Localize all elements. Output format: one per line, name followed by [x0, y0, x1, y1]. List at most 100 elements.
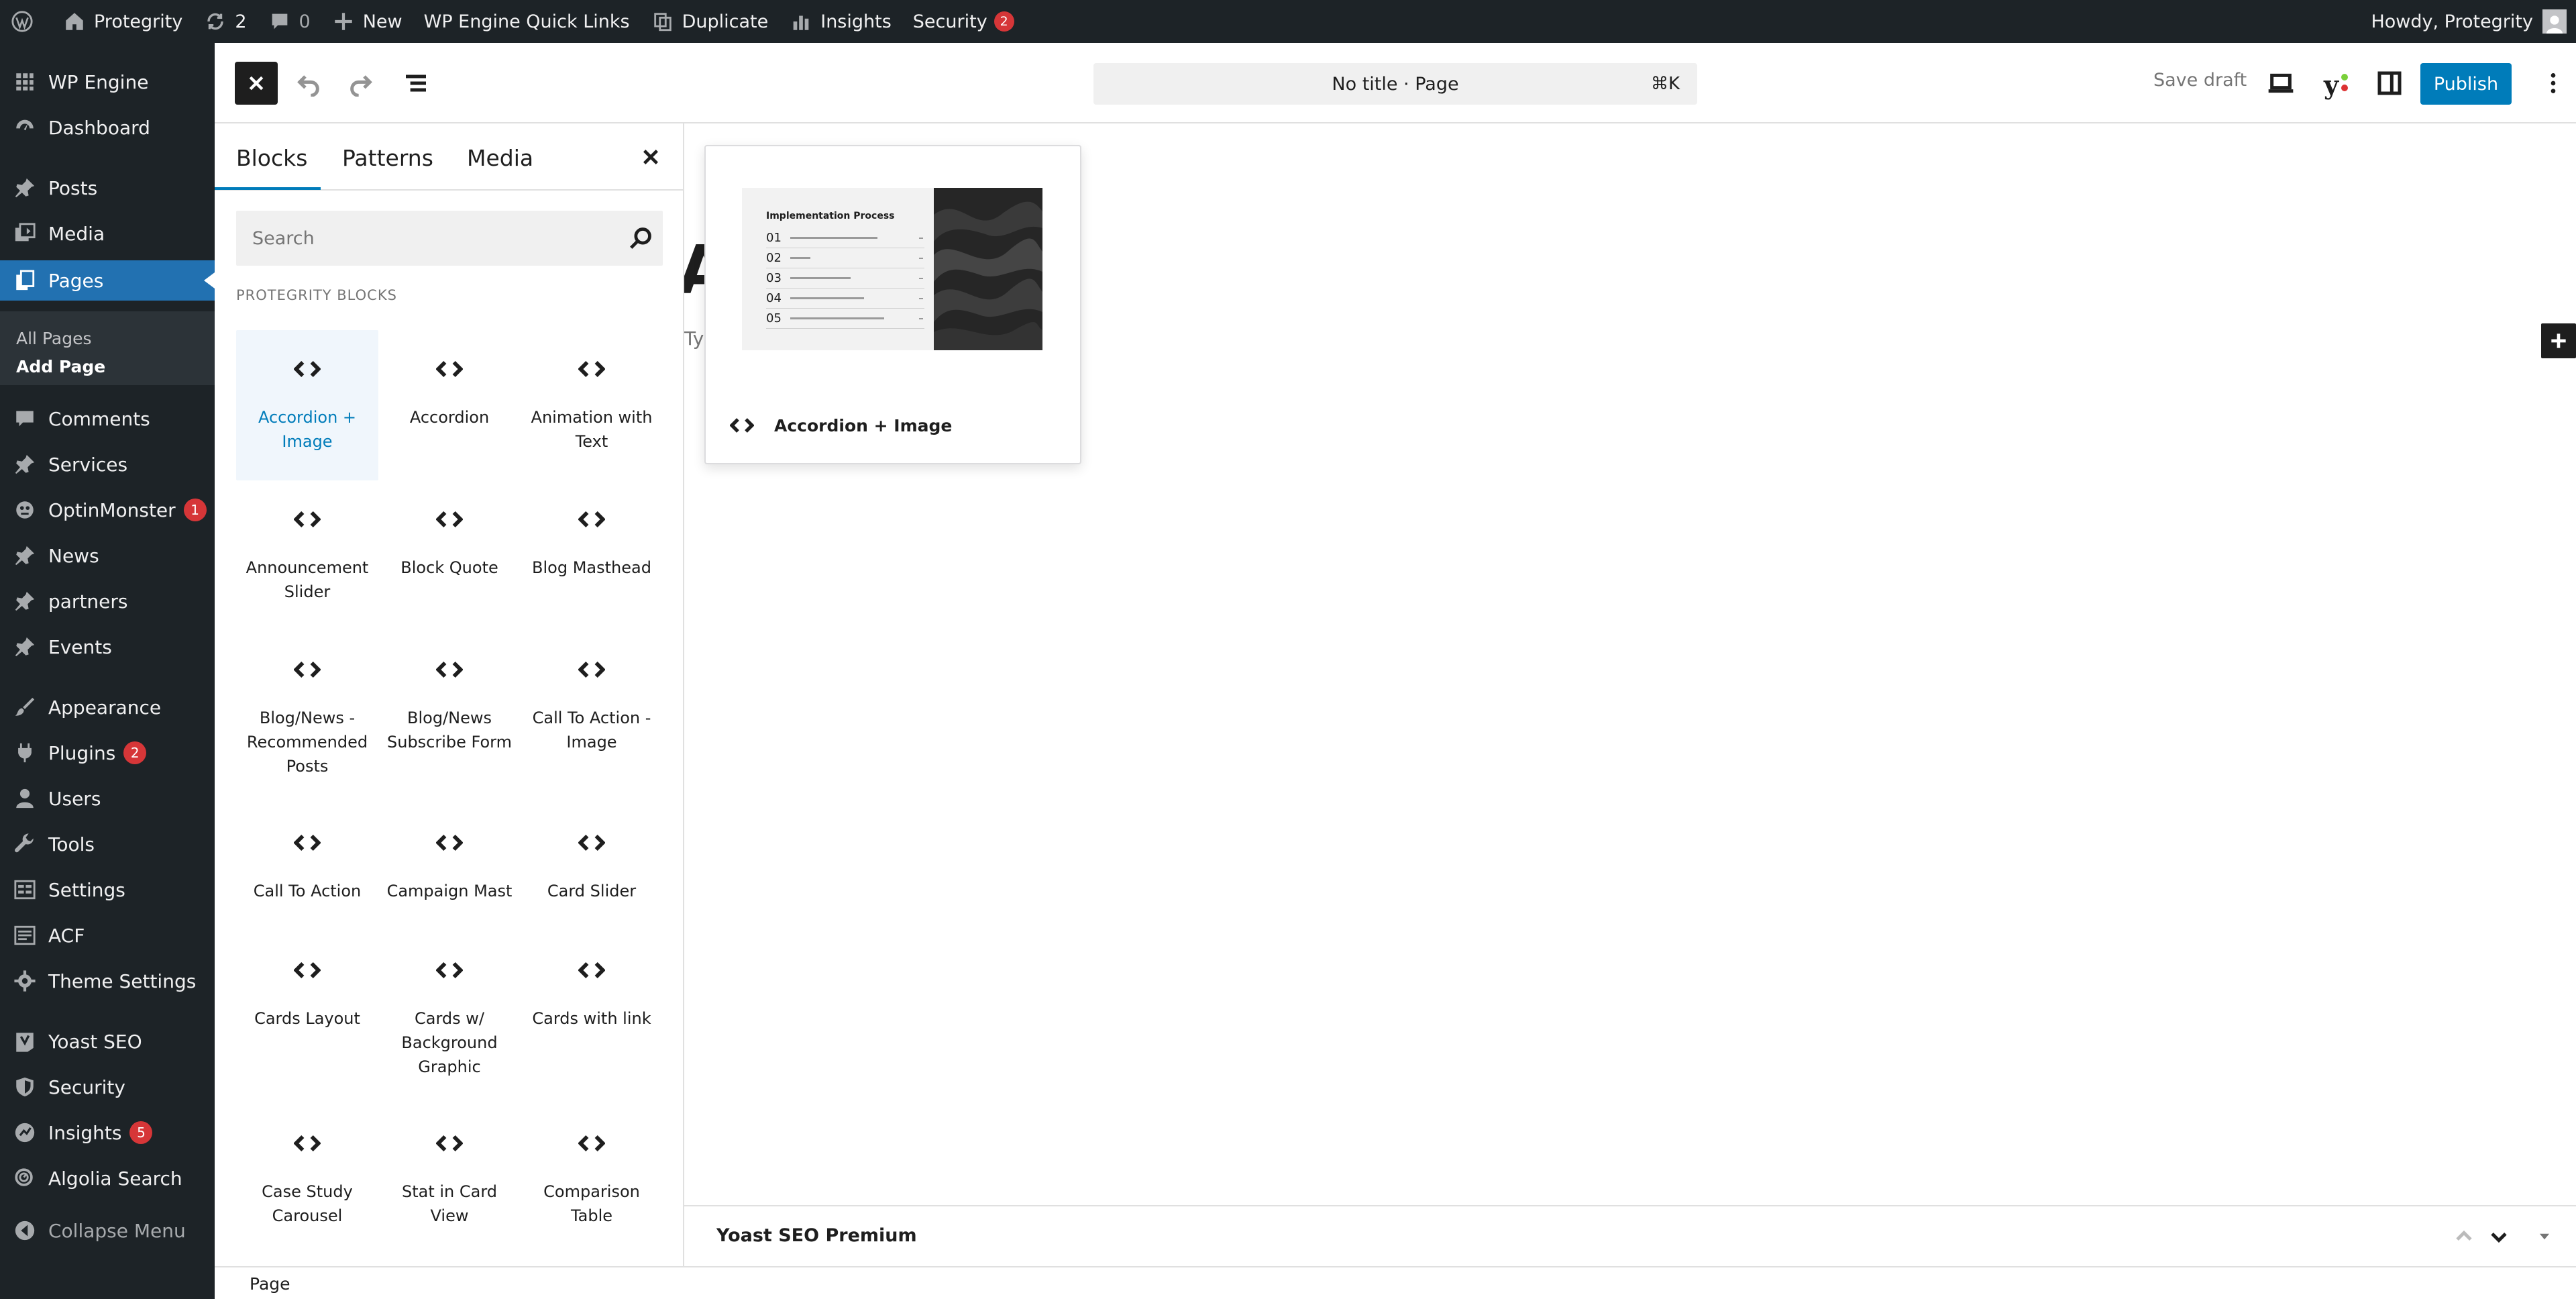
block-item[interactable]: Announcement Slider: [236, 480, 378, 631]
block-item[interactable]: Accordion: [378, 330, 521, 480]
undo-button[interactable]: [294, 68, 323, 98]
block-item[interactable]: Call To Action - Image: [521, 631, 663, 804]
menu-label: Security: [48, 1076, 125, 1098]
menu-item-optinmonster[interactable]: OptinMonster 1: [0, 490, 215, 530]
menu-item-security[interactable]: Security: [0, 1067, 215, 1107]
publish-button[interactable]: Publish: [2420, 63, 2512, 105]
menu-item-wp-engine[interactable]: WP Engine: [0, 62, 215, 102]
block-item[interactable]: Block Quote: [378, 480, 521, 631]
menu-item-plugins[interactable]: Plugins 2: [0, 733, 215, 773]
code-brackets-icon: [578, 506, 606, 533]
block-label: Blog/News - Recommended Posts: [246, 709, 368, 776]
close-inserter-button[interactable]: [235, 62, 278, 105]
metabox-title[interactable]: Yoast SEO Premium: [716, 1225, 917, 1246]
tab-patterns[interactable]: Patterns: [342, 145, 433, 171]
editor-canvas[interactable]: A Ty Implementation Process 01 02 03 04 …: [684, 123, 2576, 1205]
updates-link[interactable]: 2: [193, 0, 257, 43]
redo-button[interactable]: [346, 68, 376, 98]
security-link[interactable]: Security 2: [902, 0, 1025, 43]
code-brackets-icon: [293, 506, 321, 533]
block-item[interactable]: Cards Layout: [236, 931, 378, 1104]
pages-icon: [16, 270, 35, 291]
menu-label: Plugins: [48, 741, 116, 764]
code-brackets-icon: [730, 418, 754, 433]
block-label: Blog Masthead: [532, 558, 651, 577]
menu-item-tools[interactable]: Tools: [0, 824, 215, 864]
insights-link[interactable]: Insights: [779, 0, 902, 43]
search-button[interactable]: [628, 225, 653, 251]
close-panel-button[interactable]: [640, 146, 661, 168]
move-up-button[interactable]: [2453, 1225, 2475, 1248]
menu-label: Tools: [48, 833, 95, 855]
preview-button[interactable]: [2266, 68, 2296, 98]
menu-item-events[interactable]: Events: [0, 627, 215, 667]
my-account-menu[interactable]: Howdy, Protegrity: [2371, 9, 2576, 34]
block-item[interactable]: Card Slider: [521, 804, 663, 931]
block-item[interactable]: Cards with link: [521, 931, 663, 1104]
block-item[interactable]: Blog/News Subscribe Form: [378, 631, 521, 804]
block-item[interactable]: Stat in Card View: [378, 1104, 521, 1255]
menu-item-appearance[interactable]: Appearance: [0, 687, 215, 727]
toggle-panel-button[interactable]: [2533, 1225, 2556, 1248]
duplicate-link[interactable]: Duplicate: [641, 0, 780, 43]
block-item[interactable]: Accordion + Image: [236, 330, 378, 480]
menu-item-algolia-search[interactable]: Algolia Search: [0, 1158, 215, 1198]
command-palette-bar[interactable]: No title · Page ⌘K: [1093, 63, 1697, 105]
menu-item-pages[interactable]: Pages: [0, 260, 215, 301]
submenu-all-pages[interactable]: All Pages: [16, 329, 92, 348]
search-input[interactable]: [236, 211, 612, 266]
menu-item-insights[interactable]: Insights 5: [0, 1112, 215, 1153]
menu-item-dashboard[interactable]: Dashboard: [0, 107, 215, 148]
menu-item-media[interactable]: Media: [0, 213, 215, 254]
add-block-button[interactable]: [2541, 323, 2576, 358]
yoast-readability-dot: [2341, 74, 2348, 81]
comments-link[interactable]: 0: [258, 0, 321, 43]
save-draft-button[interactable]: Save draft: [2153, 70, 2247, 91]
menu-item-services[interactable]: Services: [0, 444, 215, 484]
tab-blocks[interactable]: Blocks: [236, 145, 307, 171]
block-item[interactable]: Case Study Carousel: [236, 1104, 378, 1255]
new-content-link[interactable]: New: [321, 0, 413, 43]
collapse-menu-button[interactable]: Collapse Menu: [0, 1210, 215, 1251]
menu-item-partners[interactable]: partners: [0, 581, 215, 621]
options-menu-button[interactable]: [2538, 68, 2568, 98]
gear-icon: [14, 970, 36, 992]
yoast-seo-button[interactable]: y: [2314, 68, 2348, 101]
submenu-add-page[interactable]: Add Page: [16, 357, 105, 376]
paragraph-placeholder-fragment[interactable]: Ty: [684, 327, 704, 350]
site-name-link[interactable]: Protegrity: [52, 0, 193, 43]
menu-item-acf[interactable]: ACF: [0, 915, 215, 955]
menu-item-posts[interactable]: Posts: [0, 168, 215, 208]
block-item[interactable]: Cards w/ Background Graphic: [378, 931, 521, 1104]
quick-links-menu[interactable]: WP Engine Quick Links: [413, 0, 641, 43]
menu-item-users[interactable]: Users: [0, 778, 215, 819]
block-item[interactable]: Campaign Mast: [378, 804, 521, 931]
code-brackets-icon: [578, 829, 606, 856]
block-item[interactable]: Animation with Text: [521, 330, 663, 480]
block-item[interactable]: Comparison Table: [521, 1104, 663, 1255]
more-vertical-icon: [2551, 73, 2556, 93]
menu-item-settings[interactable]: Settings: [0, 870, 215, 910]
menu-item-comments[interactable]: Comments: [0, 399, 215, 439]
document-overview-button[interactable]: [401, 68, 431, 98]
breadcrumb-item[interactable]: Page: [250, 1274, 290, 1294]
plus-icon: [2551, 333, 2566, 348]
block-item[interactable]: Call To Action: [236, 804, 378, 931]
dashboard-icon: [16, 119, 34, 131]
pin-icon: [15, 545, 35, 566]
thumb-row: 04: [766, 290, 924, 309]
settings-sidebar-button[interactable]: [2375, 68, 2404, 98]
menu-item-yoast-seo[interactable]: Yoast SEO: [0, 1021, 215, 1061]
wordpress-logo-button[interactable]: [0, 0, 52, 43]
block-item[interactable]: Blog Masthead: [521, 480, 663, 631]
tab-media[interactable]: Media: [467, 145, 533, 171]
menu-item-theme-settings[interactable]: Theme Settings: [0, 961, 215, 1001]
move-down-button[interactable]: [2487, 1225, 2510, 1248]
code-brackets-icon: [293, 957, 321, 984]
code-brackets-icon: [435, 829, 464, 856]
quick-links-label: WP Engine Quick Links: [423, 11, 630, 32]
caret-down-icon: [2539, 1233, 2550, 1240]
menu-item-news[interactable]: News: [0, 535, 215, 576]
block-item[interactable]: Blog/News - Recommended Posts: [236, 631, 378, 804]
plugins-badge: 2: [123, 741, 147, 764]
